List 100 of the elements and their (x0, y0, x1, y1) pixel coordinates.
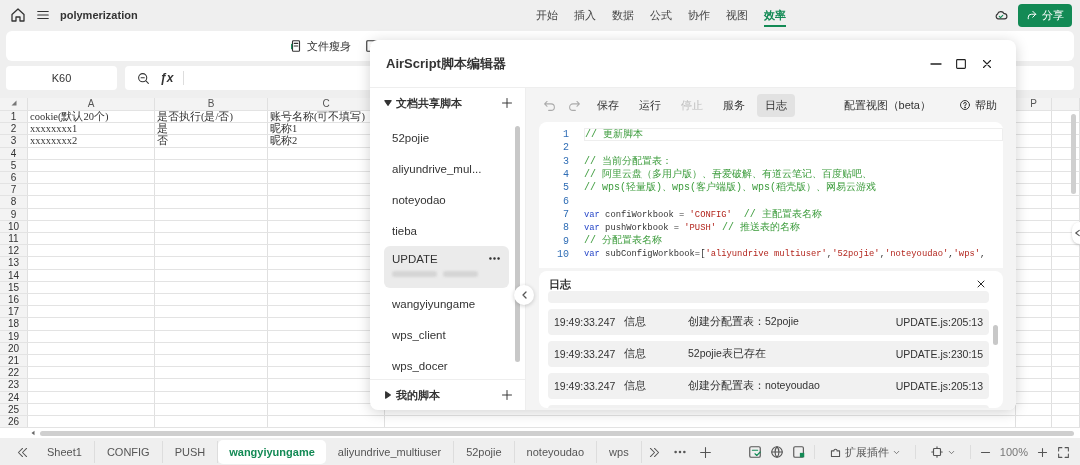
log-level: 信息 (624, 315, 646, 327)
script-item[interactable]: tieba (384, 215, 509, 246)
code-line: // 分配置表名称 (584, 236, 662, 247)
row-number[interactable]: 7 (0, 184, 28, 196)
table-cell: xxxxxxxx1 (30, 123, 78, 135)
log-level: 信息 (624, 347, 646, 359)
script-item[interactable]: aliyundrive_mul... (384, 153, 509, 184)
menu-tab[interactable]: 数据 (603, 3, 642, 27)
row-number[interactable]: 18 (0, 318, 28, 330)
sheet-tab[interactable]: noteyoudao (514, 441, 598, 463)
script-item[interactable]: UPDATE (384, 246, 509, 288)
add-icon[interactable] (501, 97, 513, 109)
function-icon[interactable]: ƒx (160, 71, 174, 85)
script-item[interactable]: wangyiyungame (384, 288, 509, 319)
row-number[interactable]: 4 (0, 147, 28, 159)
row-number[interactable]: 21 (0, 355, 28, 367)
row-number[interactable]: 24 (0, 391, 28, 403)
column-header[interactable]: A (28, 98, 155, 110)
globe-icon[interactable] (769, 445, 784, 459)
section-header[interactable]: 我的脚本 (396, 387, 497, 403)
row-number[interactable]: 17 (0, 306, 28, 318)
expanded-caret-icon[interactable] (384, 99, 392, 107)
row-number[interactable]: 26 (0, 416, 28, 428)
row-number[interactable]: 6 (0, 172, 28, 184)
horizontal-scrollbar[interactable] (40, 430, 1074, 436)
log-source: UPDATE.js:230:15 (895, 348, 983, 360)
row-number[interactable]: 23 (0, 379, 28, 391)
row-number[interactable]: 12 (0, 245, 28, 257)
scroll-left-icon[interactable] (30, 428, 36, 437)
line-number: 9 (562, 235, 570, 247)
file-name: polymerization (60, 9, 138, 21)
row-number[interactable]: 13 (0, 257, 28, 269)
script-item[interactable]: 52pojie (384, 122, 509, 153)
menu-tab[interactable]: 公式 (641, 3, 680, 27)
row-number[interactable]: 14 (0, 269, 28, 281)
menu-tab[interactable]: 开始 (527, 3, 566, 27)
script-item[interactable]: noteyodao (384, 184, 509, 215)
sheet-tab[interactable]: Sheet1 (35, 441, 95, 463)
sidebar-scrollbar[interactable] (515, 126, 520, 362)
image-lock-icon[interactable] (791, 445, 806, 459)
menu-tab[interactable]: 视图 (717, 3, 756, 27)
cloud-sync-icon[interactable] (994, 8, 1008, 22)
toolbar-button[interactable]: 服务 (715, 93, 753, 117)
table-cell: 账号名称(可不填写) (270, 111, 365, 122)
sheet-tab[interactable]: 52pojie (454, 441, 515, 463)
row-number[interactable]: 8 (0, 196, 28, 208)
log-scrollbar[interactable] (993, 325, 998, 345)
config-view-button[interactable]: 配置视图（beta） (837, 96, 937, 114)
home-icon[interactable] (10, 7, 26, 23)
log-message: 创建分配置表：52pojie (688, 315, 799, 327)
menu-tab[interactable]: 效率 (755, 3, 794, 27)
script-item[interactable]: wps_docer (384, 350, 509, 379)
sheet-tab[interactable]: aliyundrive_multiuser (325, 441, 455, 463)
row-number[interactable]: 11 (0, 233, 28, 245)
line-number: 4 (562, 169, 570, 181)
row-number[interactable]: 22 (0, 367, 28, 379)
row-number[interactable]: 3 (0, 135, 28, 147)
row-number[interactable]: 1 (0, 111, 28, 123)
collapsed-caret-icon[interactable] (384, 391, 392, 399)
check-table-icon[interactable] (747, 445, 762, 459)
menu-icon[interactable] (36, 8, 50, 22)
code-line: // 阿里云盘（多用户版）、吾爱破解、有道云笔记、百度贴吧、 (584, 169, 872, 180)
fullscreen-icon[interactable] (1057, 445, 1070, 459)
row-number[interactable]: 9 (0, 208, 28, 220)
redo-icon (568, 98, 581, 112)
zoom-search-icon[interactable] (137, 71, 150, 85)
add-icon[interactable] (501, 389, 513, 401)
table-cell: 否 (157, 135, 168, 147)
row-number[interactable]: 2 (0, 123, 28, 135)
toolbar-button[interactable]: 运行 (631, 93, 669, 117)
column-header[interactable]: B (155, 98, 268, 110)
name-box[interactable]: K60 (6, 66, 117, 90)
script-item[interactable]: wps_client (384, 319, 509, 350)
add-icon (698, 445, 712, 459)
menu-tab[interactable]: 插入 (565, 3, 604, 27)
dialog-title: AirScript脚本编辑器 (386, 54, 507, 73)
menu-tab[interactable]: 协作 (679, 3, 718, 27)
vertical-scrollbar[interactable] (1071, 114, 1076, 194)
toolbar-button[interactable]: 保存 (589, 93, 627, 117)
share-button[interactable]: 分享 (1018, 3, 1072, 27)
help-button[interactable]: 帮助 (953, 96, 1003, 114)
toolbar-button[interactable]: 日志 (757, 93, 795, 117)
line-number: 7 (562, 208, 570, 220)
log-source: UPDATE.js:205:13 (895, 380, 983, 392)
share-icon (1026, 9, 1038, 21)
section-header[interactable]: 文档共享脚本 (396, 95, 497, 111)
sheet-tab[interactable]: wps (597, 441, 642, 463)
sheet-tab[interactable]: CONFIG (94, 441, 163, 463)
code-line: var pushWorkbook = 'PUSH' // 推送表的名称 (584, 223, 800, 234)
row-number[interactable]: 19 (0, 330, 28, 342)
extensions-button[interactable]: 扩展插件 (822, 443, 907, 461)
line-number: 10 (556, 248, 570, 260)
log-time: 19:49:33.247 (554, 380, 616, 392)
line-number: 6 (562, 195, 570, 207)
line-number: 2 (562, 142, 570, 154)
row-number[interactable]: 16 (0, 294, 28, 306)
zoom-in-icon[interactable] (1036, 445, 1049, 459)
expand-panel-button[interactable] (1072, 222, 1080, 244)
sheet-tab[interactable]: wangyiyungame (218, 440, 326, 464)
ribbon-button[interactable]: 文件瘦身 (289, 38, 351, 54)
